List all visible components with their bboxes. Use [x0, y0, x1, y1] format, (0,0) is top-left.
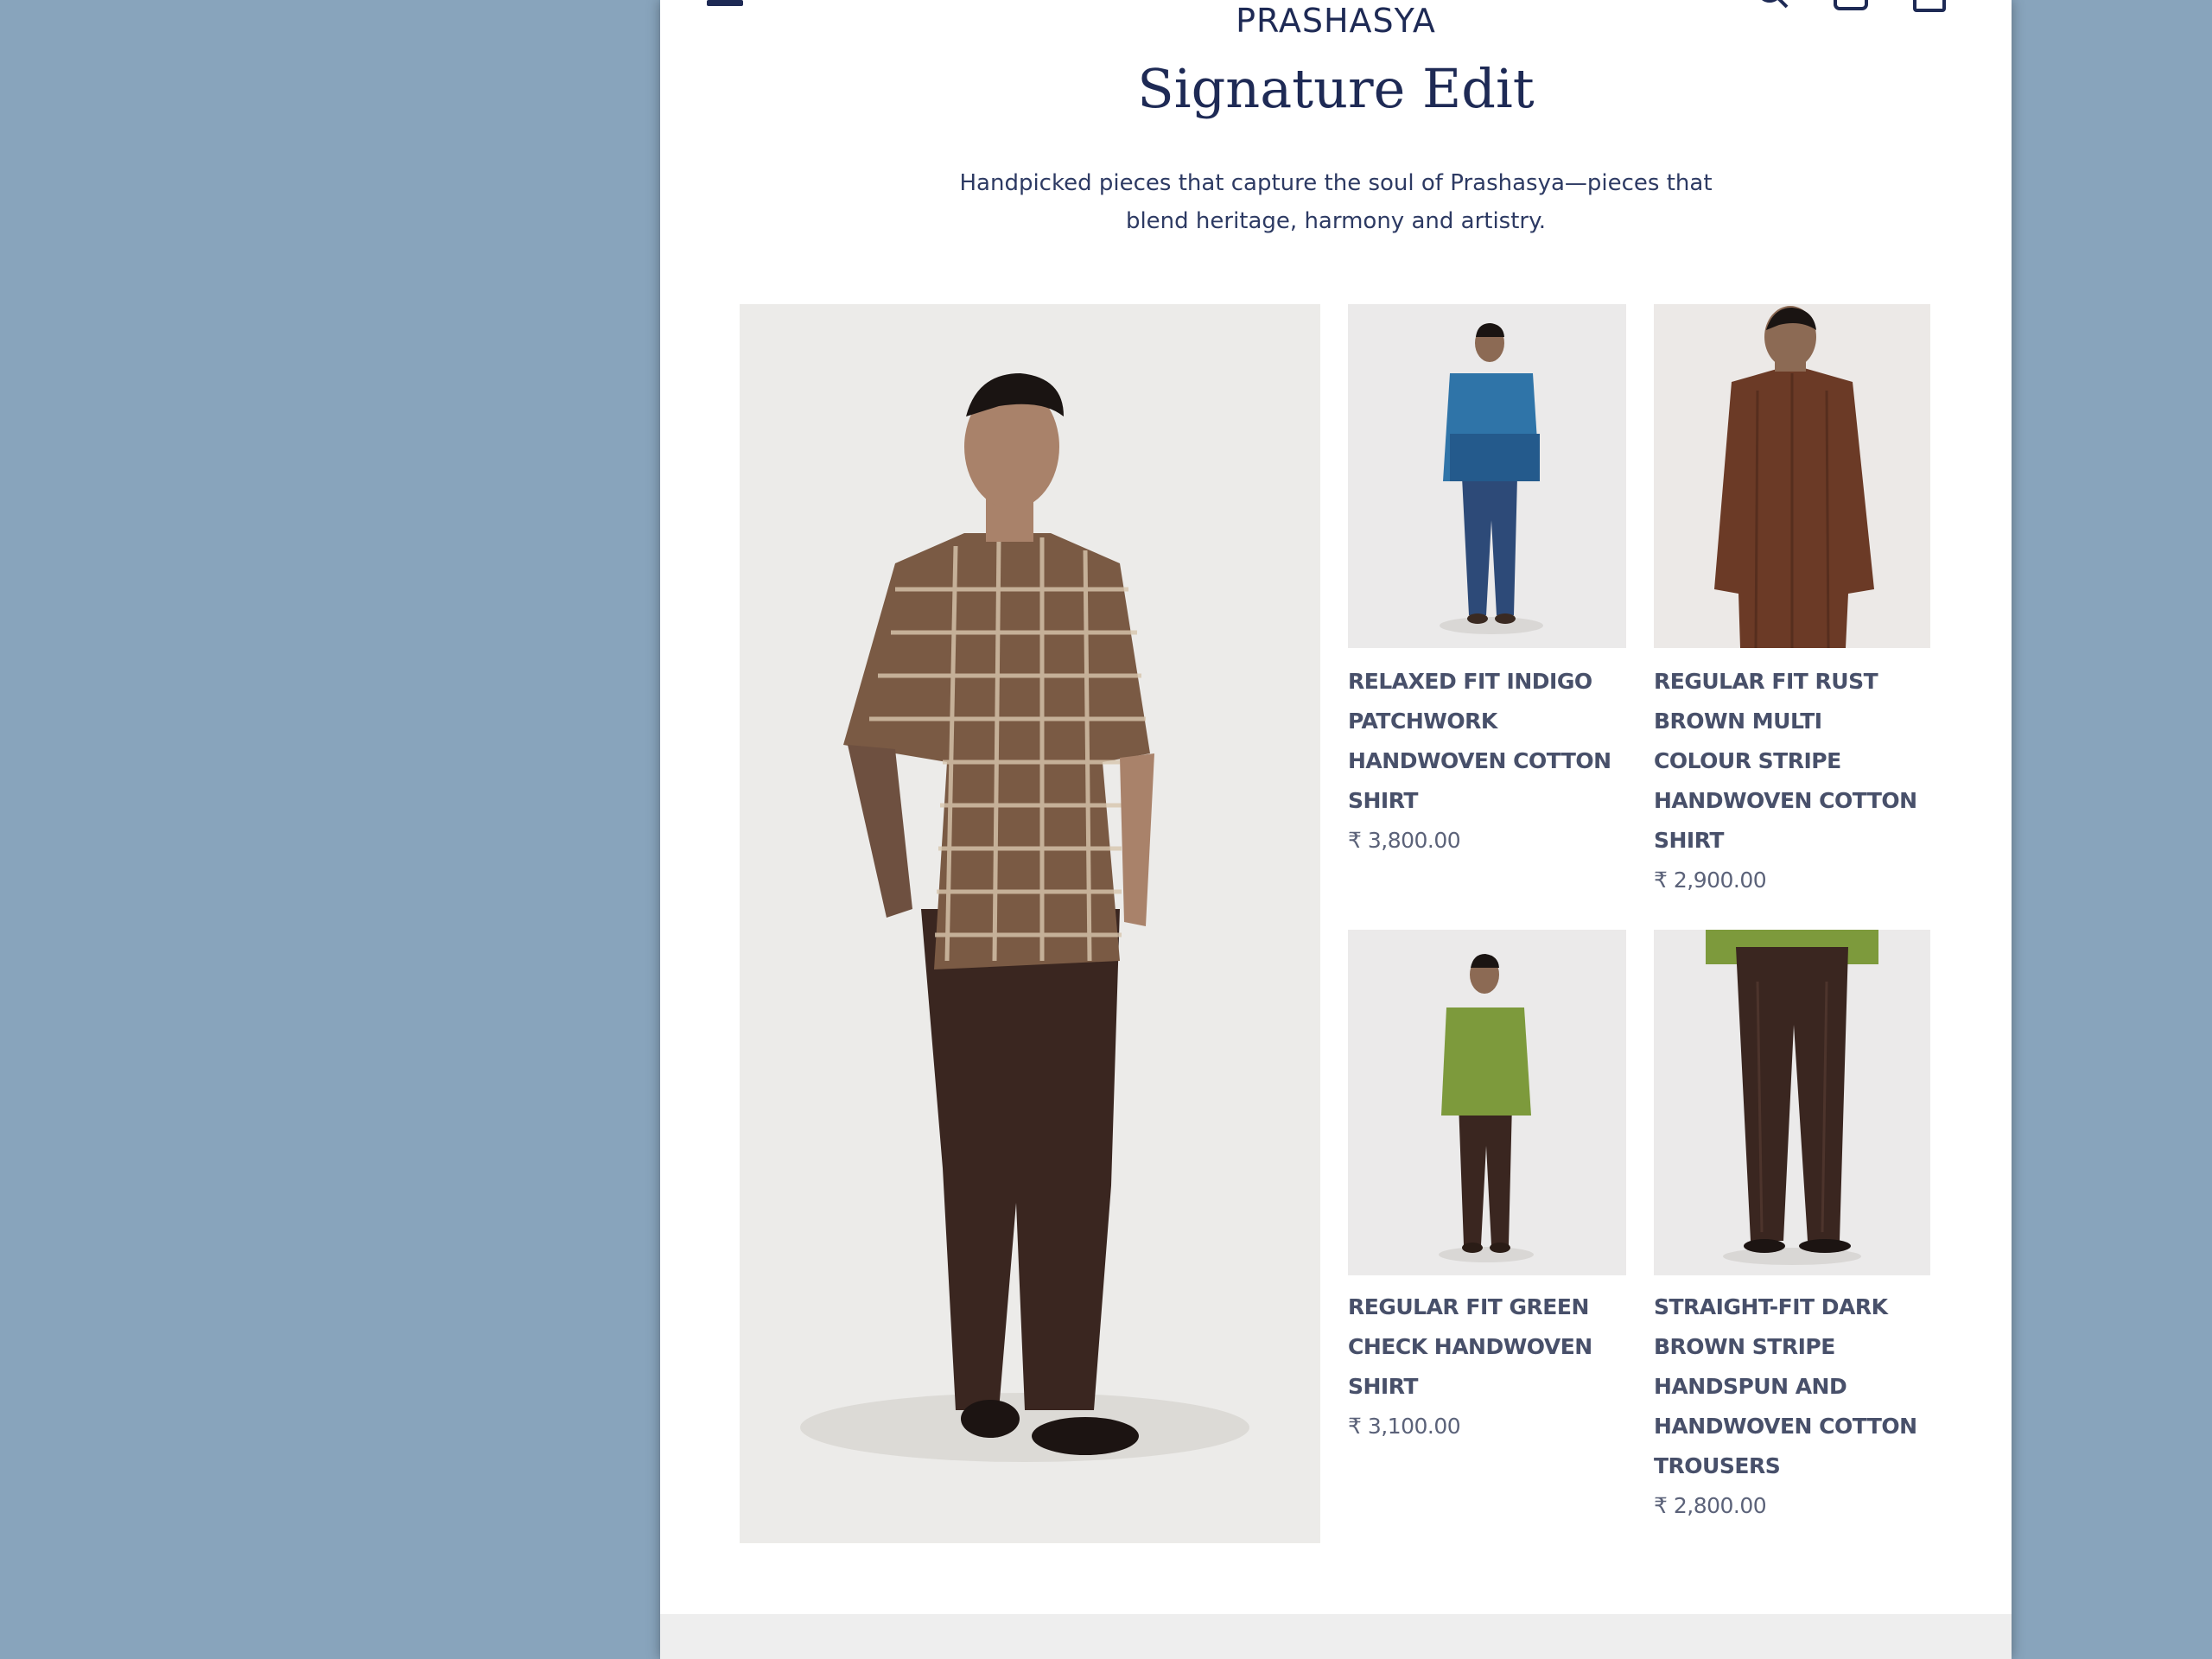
product-title-line: REGULAR FIT GREEN	[1348, 1294, 1589, 1319]
site-header: PRASHASYA	[660, 0, 2012, 45]
section-description: Handpicked pieces that capture the soul …	[904, 164, 1768, 240]
product-title-line: SHIRT	[1654, 828, 1724, 853]
product-title-line: COLOUR STRIPE	[1654, 748, 1841, 773]
search-icon[interactable]	[1754, 0, 1792, 12]
product-price: ₹ 2,800.00	[1654, 1493, 1767, 1518]
brand-logo[interactable]: PRASHASYA	[660, 2, 2012, 40]
product-title-line: SHIRT	[1348, 788, 1418, 813]
product-title-line: PATCHWORK	[1348, 709, 1497, 734]
product-image[interactable]	[1348, 304, 1626, 648]
product-title-line: STRAIGHT-FIT DARK	[1654, 1294, 1888, 1319]
product-title-line: SHIRT	[1348, 1374, 1418, 1399]
product-price: ₹ 3,100.00	[1348, 1414, 1461, 1439]
footer-band	[660, 1614, 2012, 1659]
product-title-line: CHECK HANDWOVEN	[1348, 1334, 1592, 1359]
product-title-line: REGULAR FIT RUST	[1654, 669, 1878, 694]
user-icon[interactable]	[1832, 0, 1870, 12]
product-price: ₹ 3,800.00	[1348, 828, 1461, 853]
description-line: blend heritage, harmony and artistry.	[1125, 208, 1547, 234]
description-line: Handpicked pieces that capture the soul …	[959, 170, 1713, 196]
product-title-line: TROUSERS	[1654, 1453, 1781, 1478]
product-title[interactable]: REGULAR FIT GREEN CHECK HANDWOVEN SHIRT	[1348, 1287, 1642, 1407]
product-price: ₹ 2,900.00	[1654, 868, 1767, 893]
product-image[interactable]	[1654, 930, 1930, 1275]
product-title[interactable]: REGULAR FIT RUST BROWN MULTI COLOUR STRI…	[1654, 662, 1948, 861]
product-title-line: HANDWOVEN COTTON	[1654, 788, 1917, 813]
product-title-line: BROWN MULTI	[1654, 709, 1822, 734]
product-title-line: HANDWOVEN COTTON	[1348, 748, 1611, 773]
product-title-line: RELAXED FIT INDIGO	[1348, 669, 1592, 694]
product-page: PRASHASYA Signature Edit Handpicked piec…	[660, 0, 2012, 1659]
product-title-line: BROWN STRIPE	[1654, 1334, 1835, 1359]
product-image[interactable]	[1348, 930, 1626, 1275]
product-title-line: HANDSPUN AND	[1654, 1374, 1847, 1399]
product-title[interactable]: RELAXED FIT INDIGO PATCHWORK HANDWOVEN C…	[1348, 662, 1642, 821]
cart-icon[interactable]	[1911, 0, 1949, 12]
product-title-line: HANDWOVEN COTTON	[1654, 1414, 1917, 1439]
featured-product-image[interactable]	[740, 304, 1320, 1543]
section-title: Signature Edit	[1137, 57, 1535, 120]
product-image[interactable]	[1654, 304, 1930, 648]
product-title[interactable]: STRAIGHT-FIT DARK BROWN STRIPE HANDSPUN …	[1654, 1287, 1948, 1486]
